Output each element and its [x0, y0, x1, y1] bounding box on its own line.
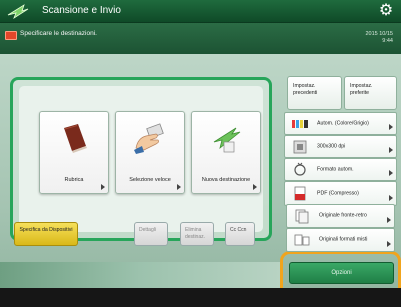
destination-panel: Rubrica Selezione veloce Nuova destinazi…: [10, 77, 272, 241]
chevron-right-icon: [389, 147, 393, 153]
one-touch-label: Selezione veloce: [129, 177, 171, 183]
chevron-right-icon: [101, 184, 105, 190]
resolution-row[interactable]: 300x300 dpi: [284, 135, 397, 158]
scan-send-icon: [6, 3, 30, 20]
cc-bcc-button[interactable]: Cc Ccn: [225, 222, 255, 246]
new-destination-button[interactable]: Nuova destinazione: [191, 111, 261, 194]
resolution-label: 300x300 dpi: [317, 143, 346, 149]
delete-destination-button[interactable]: Elimina destinaz.: [180, 222, 214, 246]
time-text: 9:44: [382, 38, 393, 44]
two-sided-original-label: Originale fronte-retro: [319, 212, 367, 219]
two-sided-original-icon: [293, 208, 311, 224]
date-text: 2015 10/15: [365, 31, 393, 37]
mixed-size-row[interactable]: Originali formati misti: [286, 228, 395, 252]
chevron-right-icon: [389, 170, 393, 176]
destination-panel-inner: Rubrica Selezione veloce Nuova destinazi…: [19, 86, 263, 232]
chevron-right-icon: [387, 241, 391, 247]
file-format-label: PDF (Compresso): [317, 190, 359, 196]
delete-destination-label: Elimina destinaz.: [185, 227, 206, 240]
scan-size-row[interactable]: Formato autom.: [284, 158, 397, 181]
new-destination-icon: [206, 120, 246, 156]
scan-size-label: Formato autom.: [317, 166, 354, 172]
recall-settings-label: Impostaz. precedenti: [293, 83, 318, 96]
options-label: Opzioni: [331, 270, 352, 276]
cc-bcc-label: Cc Ccn: [230, 227, 247, 233]
chevron-right-icon: [387, 217, 391, 223]
one-touch-hand-icon: [130, 120, 170, 156]
color-mode-label: Autom. (Colore/Grigio): [317, 120, 369, 126]
mixed-size-label: Originali formati misti: [319, 236, 368, 243]
specify-from-device-button[interactable]: Specifica da Dispositivi: [14, 222, 78, 246]
options-button[interactable]: Opzioni: [289, 262, 394, 284]
chevron-right-icon: [389, 124, 393, 130]
specify-from-device-label: Specifica da Dispositivi: [19, 227, 73, 233]
favorite-settings-button[interactable]: Impostaz. preferite: [344, 76, 397, 110]
favorite-settings-label: Impostaz. preferite: [350, 83, 373, 96]
chevron-right-icon: [177, 184, 181, 190]
details-label: Dettagli: [139, 227, 156, 233]
instruction-text: Specificare le destinazioni.: [20, 30, 97, 37]
gear-icon[interactable]: ⚙: [377, 2, 395, 20]
bottom-gradient: [0, 262, 280, 288]
mixed-size-originals-icon: [293, 232, 311, 248]
scan-size-icon: [291, 162, 309, 178]
address-book-label: Rubrica: [64, 177, 84, 183]
title-bar: Scansione e Invio ⚙: [0, 0, 401, 23]
chevron-right-icon: [253, 184, 257, 190]
one-touch-button[interactable]: Selezione veloce: [115, 111, 185, 194]
address-book-icon: [54, 120, 94, 156]
details-button[interactable]: Dettagli: [134, 222, 168, 246]
recall-settings-button[interactable]: Impostaz. precedenti: [287, 76, 342, 110]
color-mode-row[interactable]: Autom. (Colore/Grigio): [284, 112, 397, 135]
destination-card-icon: [5, 31, 17, 40]
chevron-right-icon: [389, 195, 393, 201]
file-format-icon: [291, 186, 309, 202]
instruction-bar: Specificare le destinazioni. 2015 10/15 …: [0, 23, 401, 54]
datetime: 2015 10/15 9:44: [365, 31, 393, 45]
address-book-button[interactable]: Rubrica: [39, 111, 109, 194]
file-format-row[interactable]: PDF (Compresso): [284, 181, 397, 206]
page-title: Scansione e Invio: [42, 5, 121, 16]
color-mode-icon: [291, 116, 309, 132]
status-strip: [0, 288, 401, 307]
new-destination-label: Nuova destinazione: [201, 177, 251, 183]
resolution-icon: [291, 139, 309, 155]
two-sided-original-row[interactable]: Originale fronte-retro: [286, 204, 395, 228]
